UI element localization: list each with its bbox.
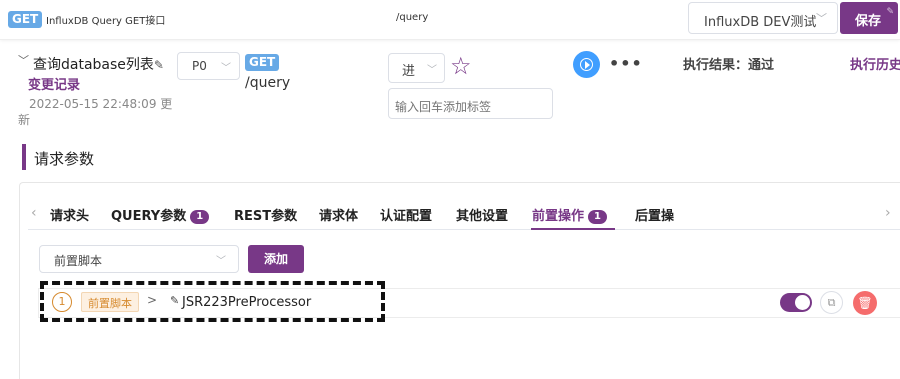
update-time: 2022-05-15 22:48:09 更 (29, 97, 173, 111)
tab-pre-ops[interactable]: 前置操作 1 (532, 205, 607, 224)
tab-rest-params[interactable]: REST参数 (234, 205, 297, 224)
update-time-wrap: 新 (18, 113, 31, 127)
chevron-down-icon: ﹀ (816, 12, 827, 25)
tab-headers[interactable]: 请求头 (50, 205, 89, 224)
trash-icon: 🗑 (857, 296, 873, 310)
request-tab-title[interactable]: InfluxDB Query GET接口 (46, 12, 165, 27)
change-log-link[interactable]: 变更记录 (28, 74, 80, 93)
header-method-badge: GET (245, 54, 280, 71)
tag-input[interactable] (388, 88, 553, 119)
highlight-box (40, 281, 385, 322)
header-path: /query (245, 75, 291, 91)
tab-divider (28, 229, 900, 230)
star-icon[interactable]: ☆ (450, 52, 472, 80)
chevron-down-icon: ﹀ (216, 256, 226, 267)
copy-icon: ⧉ (827, 296, 836, 309)
environment-value: InfluxDB DEV测试 (704, 15, 817, 30)
tab-badge: 1 (588, 210, 607, 224)
tab-query-params[interactable]: QUERY参数 1 (111, 205, 210, 224)
collapse-chevron-icon[interactable]: ﹀ (18, 52, 29, 68)
tab-scroll-right-icon[interactable]: › (885, 205, 891, 221)
run-button[interactable] (573, 51, 600, 78)
section-accent-bar (22, 144, 26, 170)
add-button[interactable]: 添加 (248, 245, 304, 273)
tab-other-settings[interactable]: 其他设置 (456, 205, 508, 224)
script-type-value: 前置脚本 (54, 254, 103, 268)
status-select[interactable]: 进 ﹀ (388, 53, 445, 83)
top-bar: GET InfluxDB Query GET接口 /query InfluxDB… (0, 0, 900, 40)
copy-button[interactable]: ⧉ (820, 291, 843, 314)
edit-name-icon[interactable]: ✎ (154, 58, 164, 72)
status-value: 进 (402, 64, 416, 79)
play-icon (585, 61, 590, 69)
edit-icon: ✎ (886, 7, 894, 17)
method-badge: GET (8, 11, 43, 28)
section-title: 请求参数 (34, 150, 95, 168)
tab-badge: 1 (190, 210, 210, 224)
tab-body[interactable]: 请求体 (319, 205, 358, 224)
tab-scroll-left-icon[interactable]: ‹ (31, 205, 37, 221)
environment-select[interactable]: InfluxDB DEV测试 ﹀ (688, 2, 838, 34)
priority-select[interactable]: P0 ﹀ (177, 52, 240, 80)
priority-value: P0 (192, 59, 207, 73)
more-icon[interactable]: ••• (609, 54, 643, 73)
chevron-down-icon: ﹀ (427, 65, 437, 76)
active-tab-indicator (531, 228, 615, 230)
chevron-down-icon: ﹀ (221, 63, 231, 74)
enable-toggle[interactable] (780, 293, 812, 312)
request-path: /query (396, 12, 429, 23)
tab-auth[interactable]: 认证配置 (380, 205, 432, 224)
delete-button[interactable]: 🗑 (853, 291, 877, 315)
save-button[interactable]: 保存 ✎ (840, 2, 898, 34)
tab-post-ops[interactable]: 后置操 (635, 205, 674, 224)
exec-history-link[interactable]: 执行历史 (850, 54, 900, 73)
script-type-select[interactable]: 前置脚本 ﹀ (39, 245, 239, 273)
api-name[interactable]: 查询database列表✎ (33, 54, 164, 74)
exec-result: 执行结果：通过 (683, 58, 775, 73)
save-label: 保存 (855, 14, 882, 29)
